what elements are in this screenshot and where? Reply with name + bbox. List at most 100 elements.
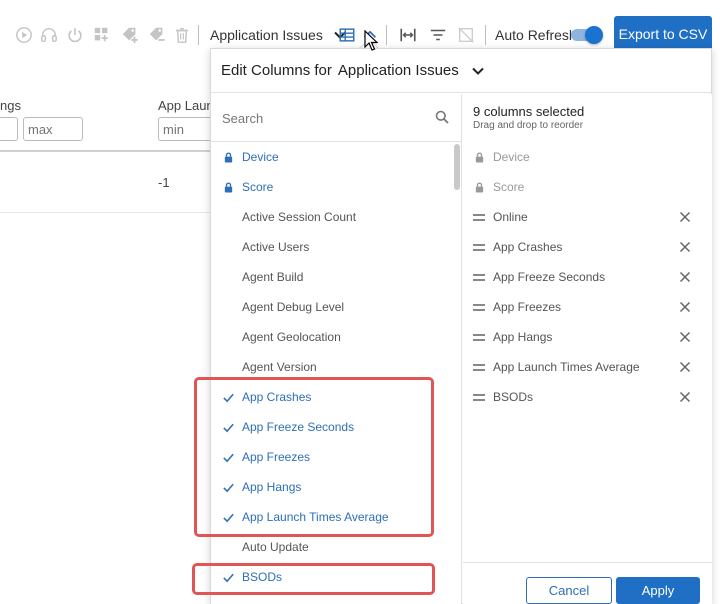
headset-icon[interactable] — [39, 25, 59, 45]
highlight-box — [192, 563, 435, 595]
trash-icon[interactable] — [172, 25, 192, 45]
close-icon[interactable] — [679, 241, 691, 253]
tag-remove-icon[interactable] — [147, 25, 167, 45]
toggle-knob — [585, 26, 603, 44]
view-select-label: Application Issues — [210, 27, 323, 43]
lock-icon — [221, 150, 235, 164]
selected-column-label: BSODs — [493, 390, 534, 404]
fit-columns-icon[interactable] — [398, 25, 418, 45]
filter-min-input[interactable] — [0, 117, 18, 141]
close-icon[interactable] — [679, 211, 691, 223]
selected-column-label: Online — [493, 210, 528, 224]
drag-handle-icon[interactable] — [473, 331, 485, 343]
item-marker — [221, 330, 235, 344]
selected-column-item[interactable]: Online — [463, 202, 712, 232]
drag-handle-icon[interactable] — [473, 271, 485, 283]
edit-columns-icon[interactable] — [337, 25, 357, 45]
item-marker — [221, 270, 235, 284]
row-divider — [0, 212, 210, 213]
selected-column-label: App Hangs — [493, 330, 553, 344]
toolbar-divider — [198, 25, 199, 45]
available-column-label: Active Users — [242, 240, 310, 254]
chevron-down-icon[interactable] — [471, 64, 485, 78]
available-column-label: Agent Build — [242, 270, 304, 284]
export-csv-button[interactable]: Export to CSV — [614, 16, 712, 52]
close-icon[interactable] — [679, 301, 691, 313]
available-column-label: Active Session Count — [242, 210, 357, 224]
selected-column-item[interactable]: App Freezes — [463, 292, 712, 322]
no-image-icon — [456, 25, 476, 45]
available-column-label: Device — [242, 150, 279, 164]
selected-column-label: App Launch Times Average — [493, 360, 640, 374]
reorder-hint: Drag and drop to reorder — [473, 120, 584, 131]
auto-refresh-toggle[interactable] — [571, 26, 603, 44]
play-icon[interactable] — [14, 25, 34, 45]
search-icon — [435, 110, 449, 124]
available-column-label: Agent Debug Level — [242, 300, 345, 314]
selected-column-item[interactable]: App Launch Times Average — [463, 352, 712, 382]
item-marker — [221, 240, 235, 254]
available-column-label: Agent Geolocation — [242, 330, 341, 344]
power-icon[interactable] — [65, 25, 85, 45]
available-column-label: Agent Version — [242, 360, 317, 374]
selected-column-item[interactable]: App Freeze Seconds — [463, 262, 712, 292]
drag-handle-icon[interactable] — [473, 361, 485, 373]
selected-count: 9 columns selected — [473, 104, 585, 119]
highlight-box — [194, 377, 434, 537]
add-widget-icon[interactable] — [92, 25, 112, 45]
item-marker — [221, 360, 235, 374]
mouse-cursor-icon — [364, 30, 378, 51]
available-column-item[interactable]: Active Session Count — [211, 202, 451, 232]
item-marker — [221, 210, 235, 224]
popup-view-select[interactable]: Application Issues — [338, 62, 459, 79]
close-icon[interactable] — [679, 331, 691, 343]
cancel-button[interactable]: Cancel — [526, 577, 612, 604]
selected-column-item: Score — [463, 172, 712, 202]
popup-header: Edit Columns for Application Issues — [211, 49, 711, 93]
toolbar-divider — [386, 25, 387, 45]
available-column-item: Score — [211, 172, 451, 202]
available-column-item[interactable]: Agent Build — [211, 262, 451, 292]
drag-handle-icon[interactable] — [473, 391, 485, 403]
available-column-label: Score — [242, 180, 274, 194]
popup-footer: Cancel Apply — [463, 562, 712, 604]
drag-handle-icon[interactable] — [473, 301, 485, 313]
selected-column-item[interactable]: BSODs — [463, 382, 712, 412]
drag-handle-icon[interactable] — [473, 241, 485, 253]
selected-column-label: App Freezes — [493, 300, 562, 314]
close-icon[interactable] — [679, 271, 691, 283]
available-column-item: Device — [211, 142, 451, 172]
selected-column-item: Device — [463, 142, 712, 172]
lock-icon — [473, 181, 485, 193]
drag-handle-icon[interactable] — [473, 211, 485, 223]
available-column-item[interactable]: Agent Geolocation — [211, 322, 451, 352]
column-search-input[interactable] — [222, 108, 422, 128]
view-select[interactable]: Application Issues — [210, 25, 347, 45]
lock-icon — [473, 151, 485, 163]
popup-title: Edit Columns for — [221, 62, 332, 79]
selected-columns-pane: 9 columns selected Drag and drop to reor… — [463, 94, 712, 604]
item-marker — [221, 540, 235, 554]
auto-refresh-label: Auto Refresh — [495, 27, 577, 43]
apply-button[interactable]: Apply — [616, 577, 700, 604]
close-icon[interactable] — [679, 391, 691, 403]
selected-column-label: App Crashes — [493, 240, 563, 254]
selected-column-item[interactable]: App Crashes — [463, 232, 712, 262]
item-marker — [221, 300, 235, 314]
available-column-item[interactable]: Active Users — [211, 232, 451, 262]
filter-min-input[interactable] — [158, 117, 210, 141]
column-header[interactable]: ngs — [0, 98, 21, 113]
tag-add-icon[interactable] — [120, 25, 140, 45]
available-column-label: Auto Update — [242, 540, 309, 554]
selected-column-label: App Freeze Seconds — [493, 270, 606, 284]
header-divider — [0, 150, 210, 152]
scrollbar-thumb[interactable] — [454, 144, 460, 190]
selected-column-item[interactable]: App Hangs — [463, 322, 712, 352]
column-search — [211, 94, 461, 142]
filter-max-input[interactable] — [23, 117, 83, 141]
available-column-item[interactable]: Agent Debug Level — [211, 292, 451, 322]
filter-lines-icon[interactable] — [428, 25, 448, 45]
close-icon[interactable] — [679, 361, 691, 373]
lock-icon — [221, 180, 235, 194]
table-cell: -1 — [158, 175, 170, 190]
